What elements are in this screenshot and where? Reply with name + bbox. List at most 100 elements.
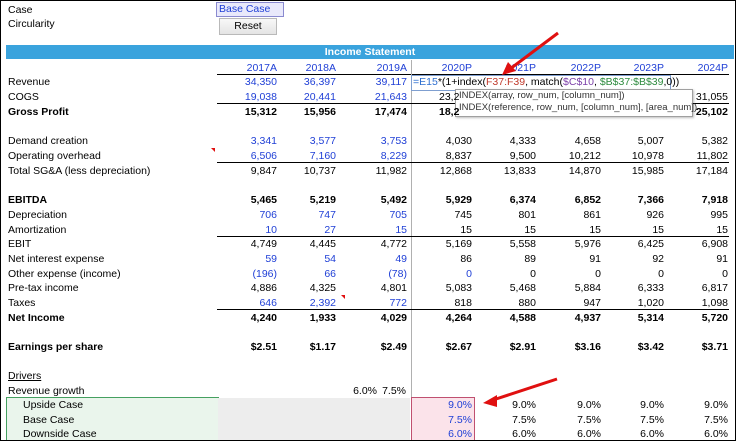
table-cell[interactable]: 4,029 (347, 312, 407, 324)
table-cell[interactable]: 21,643 (347, 91, 407, 103)
table-cell[interactable]: 1,098 (668, 297, 728, 309)
table-cell[interactable]: 705 (347, 209, 407, 221)
table-cell[interactable]: 6,817 (668, 282, 728, 294)
table-cell[interactable]: 9,500 (476, 150, 536, 162)
table-cell[interactable]: 5,219 (276, 194, 336, 206)
table-cell[interactable]: (196) (217, 268, 277, 280)
table-cell[interactable]: 10,978 (604, 150, 664, 162)
driver-cell[interactable]: 7.5% (668, 414, 728, 426)
table-cell[interactable]: 818 (412, 297, 472, 309)
table-cell[interactable]: (78) (347, 268, 407, 280)
reset-button[interactable]: Reset (219, 18, 277, 35)
driver-cell[interactable]: 9.0% (412, 399, 472, 411)
table-cell[interactable]: 4,801 (347, 282, 407, 294)
table-cell[interactable]: 0 (476, 268, 536, 280)
table-cell[interactable]: 34,350 (217, 76, 277, 88)
table-cell[interactable]: 5,169 (412, 238, 472, 250)
table-cell[interactable]: $2.91 (476, 341, 536, 353)
table-cell[interactable]: 926 (604, 209, 664, 221)
table-cell[interactable]: 745 (412, 209, 472, 221)
table-cell[interactable]: 12,868 (412, 165, 472, 177)
table-cell[interactable]: 6,506 (217, 150, 277, 162)
table-cell[interactable]: 646 (217, 297, 277, 309)
driver-cell[interactable]: 7.5% (476, 414, 536, 426)
table-cell[interactable]: 4,333 (476, 135, 536, 147)
table-cell[interactable]: 0 (604, 268, 664, 280)
table-cell[interactable]: 5,083 (412, 282, 472, 294)
table-cell[interactable]: 4,772 (347, 238, 407, 250)
table-cell[interactable]: 91 (668, 253, 728, 265)
table-cell[interactable]: 89 (476, 253, 536, 265)
table-cell[interactable]: 801 (476, 209, 536, 221)
driver-cell[interactable]: 6.0% (412, 428, 472, 440)
table-cell[interactable]: 15,956 (276, 106, 336, 118)
table-cell[interactable]: $2.67 (412, 341, 472, 353)
table-cell[interactable]: 15,985 (604, 165, 664, 177)
table-cell[interactable]: 27 (276, 224, 336, 236)
table-cell[interactable]: 15 (668, 224, 728, 236)
table-cell[interactable]: 10 (217, 224, 277, 236)
case-dropdown[interactable]: Base Case (216, 2, 284, 17)
driver-cell[interactable]: 6.0% (604, 428, 664, 440)
table-cell[interactable]: 0 (668, 268, 728, 280)
table-cell[interactable]: 17,474 (347, 106, 407, 118)
table-cell[interactable]: $3.71 (668, 341, 728, 353)
table-cell[interactable]: 6,374 (476, 194, 536, 206)
driver-cell[interactable]: 9.0% (668, 399, 728, 411)
table-cell[interactable]: 6,852 (541, 194, 601, 206)
table-cell[interactable]: 5,929 (412, 194, 472, 206)
table-cell[interactable]: 4,749 (217, 238, 277, 250)
table-cell[interactable]: $3.16 (541, 341, 601, 353)
table-cell[interactable]: 3,341 (217, 135, 277, 147)
table-cell[interactable]: 8,837 (412, 150, 472, 162)
table-cell[interactable]: 3,577 (276, 135, 336, 147)
table-cell[interactable]: 1,933 (276, 312, 336, 324)
table-cell[interactable]: 15,312 (217, 106, 277, 118)
table-cell[interactable]: 861 (541, 209, 601, 221)
table-cell[interactable]: 54 (276, 253, 336, 265)
driver-cell[interactable]: 7.5% (412, 414, 472, 426)
driver-cell[interactable]: 9.0% (604, 399, 664, 411)
table-cell[interactable]: 706 (217, 209, 277, 221)
table-cell[interactable]: 6,333 (604, 282, 664, 294)
table-cell[interactable]: 15 (476, 224, 536, 236)
table-cell[interactable]: 36,397 (276, 76, 336, 88)
table-cell[interactable]: 0 (412, 268, 472, 280)
table-cell[interactable]: 49 (347, 253, 407, 265)
table-cell[interactable]: 747 (276, 209, 336, 221)
table-cell[interactable]: 7,366 (604, 194, 664, 206)
table-cell[interactable]: 947 (541, 297, 601, 309)
table-cell[interactable]: 66 (276, 268, 336, 280)
table-cell[interactable]: 20,441 (276, 91, 336, 103)
table-cell[interactable]: 92 (604, 253, 664, 265)
table-cell[interactable]: 4,445 (276, 238, 336, 250)
table-cell[interactable]: 15 (347, 224, 407, 236)
table-cell[interactable]: 5,314 (604, 312, 664, 324)
table-cell[interactable]: 1,020 (604, 297, 664, 309)
table-cell[interactable]: 0 (541, 268, 601, 280)
driver-cell[interactable]: 7.5% (604, 414, 664, 426)
table-cell[interactable]: 5,465 (217, 194, 277, 206)
table-cell[interactable]: 4,588 (476, 312, 536, 324)
table-cell[interactable]: 11,802 (668, 150, 728, 162)
table-cell[interactable]: $3.42 (604, 341, 664, 353)
table-cell[interactable]: 9,847 (217, 165, 277, 177)
table-cell[interactable]: 4,240 (217, 312, 277, 324)
table-cell[interactable]: 5,007 (604, 135, 664, 147)
driver-cell[interactable]: 6.0% (668, 428, 728, 440)
table-cell[interactable]: $1.17 (276, 341, 336, 353)
table-cell[interactable]: 10,737 (276, 165, 336, 177)
table-cell[interactable]: 5,492 (347, 194, 407, 206)
table-cell[interactable]: 59 (217, 253, 277, 265)
table-cell[interactable]: 15 (541, 224, 601, 236)
table-cell[interactable]: 8,229 (347, 150, 407, 162)
table-cell[interactable]: 91 (541, 253, 601, 265)
table-cell[interactable]: 880 (476, 297, 536, 309)
driver-cell[interactable]: 6.0% (476, 428, 536, 440)
table-cell[interactable]: 2,392 (276, 297, 336, 309)
table-cell[interactable]: 5,720 (668, 312, 728, 324)
table-cell[interactable]: 13,833 (476, 165, 536, 177)
table-cell[interactable]: 3,753 (347, 135, 407, 147)
driver-cell[interactable]: 7.5% (541, 414, 601, 426)
table-cell[interactable]: 5,976 (541, 238, 601, 250)
